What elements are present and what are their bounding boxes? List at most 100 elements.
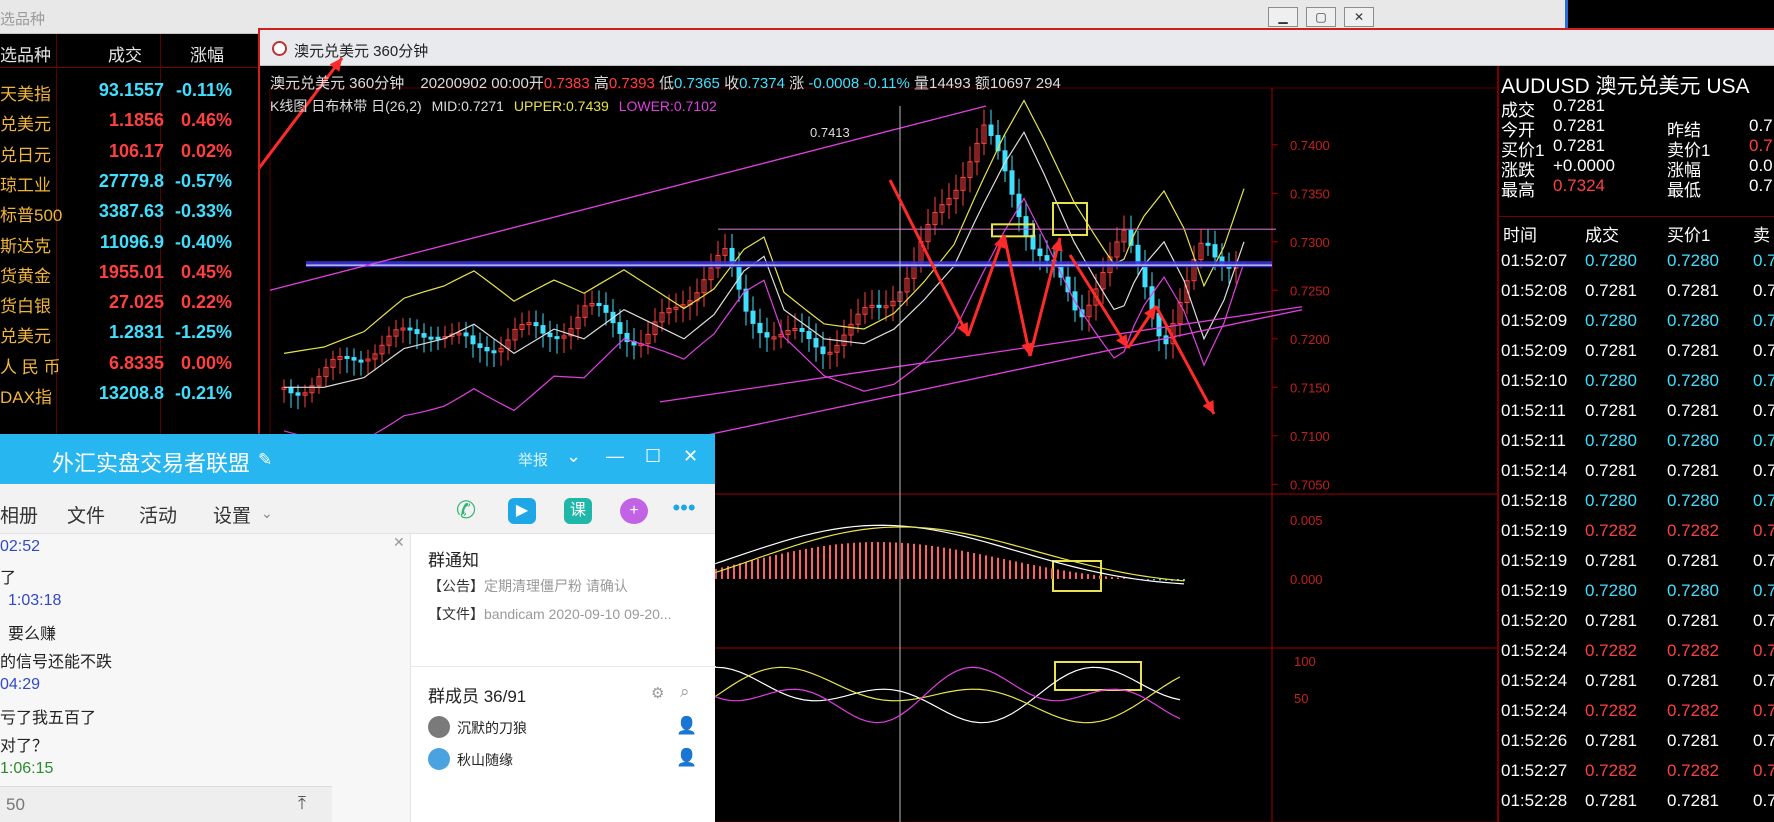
tick-price: 0.7282 bbox=[1585, 761, 1637, 780]
tab-activity[interactable]: 活动 bbox=[139, 501, 177, 528]
maximize-button[interactable]: ☐ bbox=[645, 446, 661, 467]
add-app-icon[interactable]: + bbox=[620, 498, 648, 524]
watchlist-row[interactable]: 标普500 3387.63 -0.33% bbox=[0, 197, 258, 227]
tick-ask: 0.7 bbox=[1753, 611, 1774, 630]
tab-files[interactable]: 文件 bbox=[67, 501, 105, 528]
video-icon[interactable]: ▶ bbox=[508, 498, 536, 524]
quote-title: AUDUSD 澳元兑美元 USA bbox=[1501, 75, 1750, 98]
instrument-name: 货白银 bbox=[0, 297, 51, 317]
candle-body bbox=[750, 310, 756, 324]
tick-header-price: 成交 bbox=[1585, 226, 1619, 245]
tab-settings[interactable]: 设置 bbox=[213, 501, 251, 528]
close-button[interactable]: ✕ bbox=[1344, 7, 1374, 27]
edit-pen-icon[interactable]: ✎ bbox=[258, 450, 272, 470]
file-row[interactable]: 【文件】bandicam 2020-09-10 09-20... bbox=[428, 604, 672, 624]
boll-lower-line bbox=[283, 197, 1245, 442]
candle-body bbox=[1030, 234, 1036, 250]
watchlist-row[interactable]: 琼工业 27779.8 -0.57% bbox=[0, 167, 258, 197]
report-button[interactable]: 举报 bbox=[518, 449, 548, 470]
support-zone bbox=[306, 261, 1272, 268]
candle-body bbox=[407, 327, 413, 331]
quote-value-right: 0.7 bbox=[1749, 176, 1773, 195]
more-icon[interactable]: ••• bbox=[670, 497, 698, 524]
watchlist-row[interactable]: 货黄金 1955.01 0.45% bbox=[0, 258, 258, 288]
tick-price: 0.7280 bbox=[1585, 311, 1637, 330]
notice-title[interactable]: 群通知 bbox=[428, 546, 479, 571]
open-value: 0.7383 bbox=[543, 75, 590, 92]
watchlist-row[interactable]: 兑美元 1.2831 -1.25% bbox=[0, 318, 258, 348]
instrument-price: 1.2831 bbox=[108, 322, 164, 343]
watchlist-row[interactable]: 天美指 93.1557 -0.11% bbox=[0, 76, 258, 106]
watchlist-row[interactable]: 兑日元 106.17 0.02% bbox=[0, 137, 258, 167]
minimize-button[interactable]: — bbox=[606, 446, 624, 467]
scroll-top-icon[interactable]: ⤒ bbox=[298, 793, 306, 814]
watchlist-row[interactable]: 斯达克 11096.9 -0.40% bbox=[0, 228, 258, 258]
instrument-price: 13208.8 bbox=[98, 383, 164, 403]
announcement-row[interactable]: 【公告】定期清理僵尸粉 请确认 bbox=[428, 576, 628, 596]
lesson-icon[interactable]: 课 bbox=[564, 498, 592, 524]
member-row[interactable]: 秋山随缘 👤 bbox=[428, 746, 698, 772]
candle-body bbox=[470, 335, 476, 345]
boll-lower: LOWER:0.7102 bbox=[618, 98, 717, 114]
boll-upper: UPPER:0.7439 bbox=[513, 98, 609, 114]
candle-body bbox=[813, 338, 819, 348]
quote-label-right: 最低 bbox=[1667, 181, 1701, 200]
header-change[interactable]: 涨幅 bbox=[190, 41, 224, 66]
tick-bid: 0.7281 bbox=[1667, 551, 1719, 570]
instrument-name: 人 民 币 bbox=[0, 357, 61, 377]
tick-row: 01:52:10 0.7280 0.7280 0.7 bbox=[1499, 368, 1774, 398]
chevron-down-icon[interactable]: ⌄ bbox=[566, 446, 581, 467]
annotation-arrow bbox=[1068, 254, 1130, 349]
candle-body bbox=[617, 322, 623, 334]
tick-ask: 0.7 bbox=[1753, 521, 1774, 540]
chevron-down-icon[interactable]: ⌄ bbox=[261, 505, 273, 522]
tick-time: 01:52:28 bbox=[1501, 791, 1568, 810]
close-icon[interactable]: ✕ bbox=[393, 534, 405, 551]
indicator-name[interactable]: K线图 日布林带 日(26,2) bbox=[270, 98, 422, 114]
kdj-tick-label: 50 bbox=[1294, 691, 1308, 706]
minimize-button[interactable]: ▁ bbox=[1268, 7, 1298, 27]
candle-body bbox=[491, 350, 497, 354]
instrument-change: -0.40% bbox=[174, 231, 232, 252]
kdj-tick-label: 100 bbox=[1294, 654, 1316, 669]
members-title: 群成员 36/91 bbox=[428, 687, 527, 706]
candle-body bbox=[421, 333, 427, 338]
phone-icon[interactable]: ✆ bbox=[452, 498, 480, 524]
header-name[interactable]: 选品种 bbox=[0, 41, 51, 66]
chat-input-bar[interactable]: 50 ⤒ bbox=[0, 786, 332, 822]
tick-bid: 0.7280 bbox=[1667, 491, 1719, 510]
member-row[interactable]: 沉默的刀狼 👤 bbox=[428, 714, 698, 740]
tab-album[interactable]: 相册 bbox=[0, 501, 38, 528]
chat-line: 02:52 bbox=[0, 538, 41, 555]
watchlist-row[interactable]: 人 民 币 6.8335 0.00% bbox=[0, 349, 258, 379]
file-tag: 【文件】 bbox=[428, 606, 484, 622]
watchlist-row[interactable]: 货白银 27.025 0.22% bbox=[0, 288, 258, 318]
announcement-text: 定期清理僵尸粉 请确认 bbox=[484, 578, 628, 594]
close-button[interactable]: ✕ bbox=[683, 446, 698, 467]
restore-button[interactable]: ▢ bbox=[1306, 7, 1336, 27]
volume-value: 14493 bbox=[928, 75, 971, 92]
watchlist-row[interactable]: 兑美元 1.1856 0.46% bbox=[0, 106, 258, 136]
tick-price: 0.7280 bbox=[1585, 431, 1637, 450]
tick-price: 0.7281 bbox=[1585, 611, 1637, 630]
candle-body bbox=[596, 303, 602, 307]
tick-header: 时间 成交 买价1 卖 bbox=[1499, 216, 1774, 245]
instrument-change: 0.22% bbox=[180, 292, 232, 313]
tick-price: 0.7282 bbox=[1585, 641, 1637, 660]
instrument-name: 标普500 bbox=[0, 206, 63, 226]
watchlist-row[interactable]: DAX指 13208.8 -0.21% bbox=[0, 379, 258, 409]
quote-panel: AUDUSD 澳元兑美元 USA 成交 0.7281 今开 0.7281 昨结 … bbox=[1497, 66, 1774, 822]
tick-time: 01:52:19 bbox=[1501, 551, 1568, 570]
divider bbox=[411, 666, 716, 667]
tick-time: 01:52:11 bbox=[1501, 431, 1566, 450]
search-icon[interactable]: ⌕ bbox=[680, 682, 690, 702]
member-role-icon: 👤 bbox=[676, 748, 698, 767]
candle-body bbox=[603, 304, 609, 313]
header-volume[interactable]: 成交 bbox=[108, 41, 142, 66]
candle-body bbox=[820, 346, 826, 355]
amount-label: 额 bbox=[974, 75, 990, 92]
member-manage-icon[interactable]: ⚙ bbox=[651, 684, 664, 702]
tick-ask: 0.7 bbox=[1753, 311, 1774, 330]
tick-ask: 0.7 bbox=[1753, 671, 1774, 690]
tick-row: 01:52:07 0.7280 0.7280 0.7 bbox=[1499, 248, 1774, 278]
